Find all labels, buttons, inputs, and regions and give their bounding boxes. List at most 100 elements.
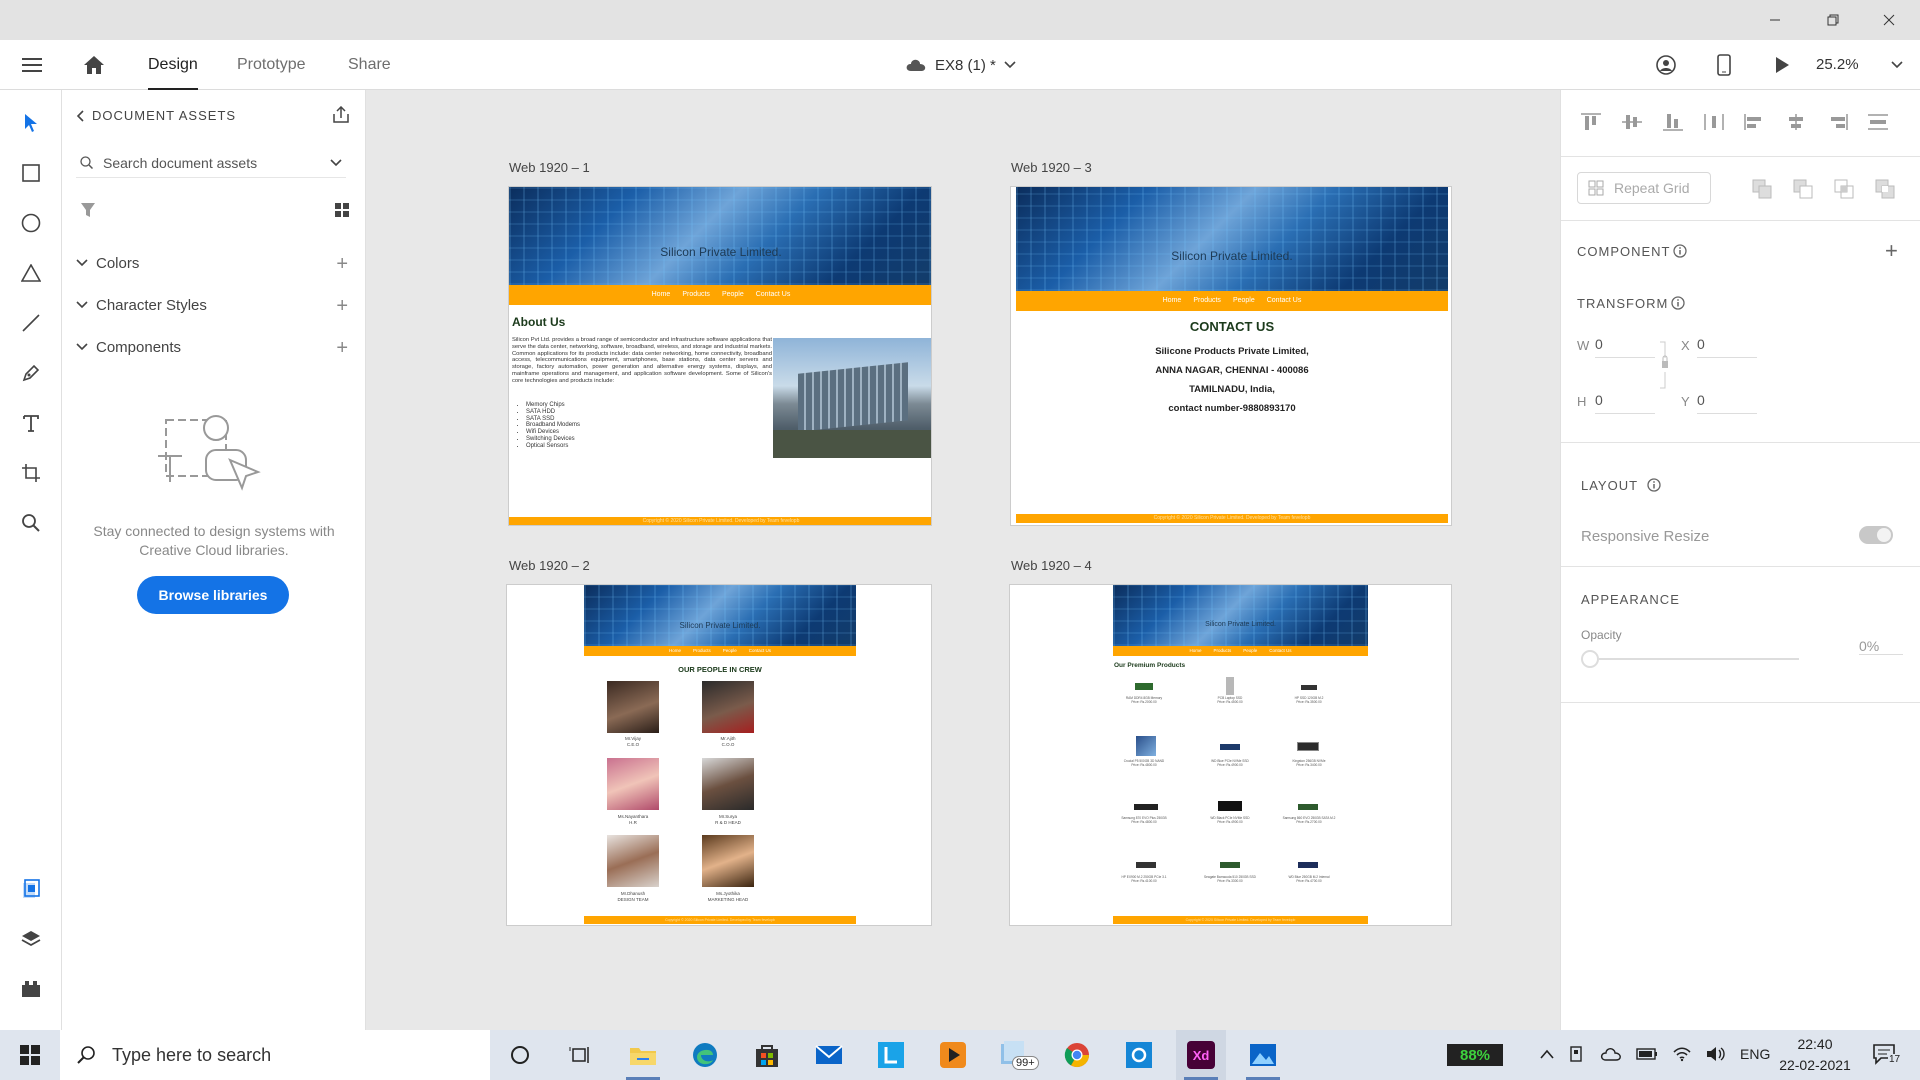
ellipse-tool[interactable] [16, 208, 46, 238]
align-center-icon[interactable] [1784, 112, 1808, 132]
pen-tool[interactable] [16, 358, 46, 388]
design-canvas[interactable]: Web 1920 – 1 Silicon Private Limited. Ho… [366, 90, 1560, 1030]
colors-section[interactable]: Colors + [76, 248, 356, 278]
height-field[interactable]: 0 [1595, 392, 1655, 414]
align-middle-icon[interactable] [1620, 112, 1644, 132]
notification-center-button[interactable]: 17 [1872, 1042, 1902, 1066]
assets-search-input[interactable]: Search document assets [76, 148, 346, 178]
opacity-slider-thumb[interactable] [1581, 650, 1599, 668]
browse-libraries-button[interactable]: Browse libraries [137, 576, 289, 614]
line-tool[interactable] [16, 308, 46, 338]
character-styles-section[interactable]: Character Styles + [76, 290, 356, 320]
device-preview-button[interactable] [1710, 52, 1738, 78]
taskbar-media-app[interactable] [928, 1030, 978, 1080]
taskbar-mail[interactable] [804, 1030, 854, 1080]
export-assets-button[interactable] [332, 106, 350, 124]
artboard-web-4[interactable]: Silicon Private Limited. Home Products Peo… [1009, 584, 1452, 926]
align-left-icon[interactable] [1743, 112, 1767, 132]
tab-design[interactable]: Design [148, 40, 198, 90]
responsive-resize-toggle[interactable] [1859, 526, 1893, 544]
add-component-button[interactable]: + [336, 337, 348, 360]
align-right-icon[interactable] [1825, 112, 1849, 132]
info-icon[interactable] [1671, 296, 1685, 310]
boolean-add-icon[interactable] [1751, 178, 1773, 200]
battery-icon[interactable] [1636, 1048, 1658, 1060]
artboard-label[interactable]: Web 1920 – 3 [1011, 160, 1092, 175]
zoom-dropdown-button[interactable] [1890, 58, 1904, 72]
minimize-button[interactable] [1752, 0, 1798, 40]
boolean-subtract-icon[interactable] [1792, 178, 1814, 200]
hamburger-menu-button[interactable] [18, 52, 46, 78]
wifi-icon[interactable] [1672, 1046, 1692, 1062]
artboard-web-1[interactable]: Silicon Private Limited. Home Products Peo… [508, 186, 932, 526]
distribute-horizontal-icon[interactable] [1866, 112, 1890, 132]
rectangle-tool[interactable] [16, 158, 46, 188]
chevron-up-icon[interactable] [1540, 1049, 1554, 1059]
x-position-field[interactable]: 0 [1697, 336, 1757, 358]
taskbar-chrome[interactable] [1052, 1030, 1102, 1080]
width-field[interactable]: 0 [1595, 336, 1655, 358]
artboard-web-3[interactable]: Silicon Private Limited. Home Products Peo… [1010, 186, 1452, 526]
taskbar-search-box[interactable]: Type here to search [60, 1030, 490, 1080]
taskbar-files-app[interactable]: 99+ [990, 1030, 1040, 1080]
zoom-level[interactable]: 25.2% [1816, 40, 1859, 90]
artboard-web-2[interactable]: Silicon Private Limited. Home Products Peo… [506, 584, 932, 926]
filter-button[interactable] [80, 202, 96, 218]
taskbar-adobe-xd[interactable]: Xd [1176, 1030, 1226, 1080]
components-section[interactable]: Components + [76, 332, 356, 362]
task-view-button[interactable] [555, 1030, 605, 1080]
restore-button[interactable] [1810, 0, 1856, 40]
start-button[interactable] [5, 1030, 55, 1080]
assets-back-button[interactable]: DOCUMENT ASSETS [76, 108, 236, 123]
aspect-lock-icon[interactable] [1659, 340, 1671, 390]
align-bottom-icon[interactable] [1661, 112, 1685, 132]
artboard-label[interactable]: Web 1920 – 4 [1011, 558, 1092, 573]
grid-view-button[interactable] [334, 202, 350, 218]
products-heading: Our Premium Products [1114, 662, 1186, 669]
taskbar-l-app[interactable] [866, 1030, 916, 1080]
taskbar-photos[interactable] [1238, 1030, 1288, 1080]
cortana-button[interactable] [495, 1030, 545, 1080]
taskbar-edge[interactable] [680, 1030, 730, 1080]
share-user-button[interactable] [1652, 52, 1680, 78]
add-character-style-button[interactable]: + [336, 295, 348, 318]
device-icon[interactable] [1568, 1046, 1586, 1062]
align-top-icon[interactable] [1579, 112, 1603, 132]
repeat-grid-button[interactable]: Repeat Grid [1577, 172, 1711, 204]
play-preview-button[interactable] [1768, 52, 1796, 78]
text-tool[interactable] [16, 408, 46, 438]
clock[interactable]: 22:40 22-02-2021 [1770, 1034, 1860, 1076]
tab-share[interactable]: Share [348, 40, 391, 90]
plugins-tool[interactable] [16, 974, 46, 1004]
select-tool[interactable] [16, 108, 46, 138]
taskbar-file-explorer[interactable] [618, 1030, 668, 1080]
opacity-slider-track[interactable] [1599, 658, 1799, 660]
add-component-button[interactable]: + [1885, 238, 1898, 264]
artboard-label[interactable]: Web 1920 – 1 [509, 160, 590, 175]
boolean-intersect-icon[interactable] [1833, 178, 1855, 200]
artboard-label[interactable]: Web 1920 – 2 [509, 558, 590, 573]
document-name-menu[interactable]: EX8 (1) * [905, 40, 1016, 90]
tab-prototype[interactable]: Prototype [237, 40, 305, 90]
info-icon[interactable] [1647, 478, 1661, 492]
volume-icon[interactable] [1706, 1046, 1726, 1062]
home-button[interactable] [80, 52, 108, 78]
taskbar-cortana-app[interactable] [1114, 1030, 1164, 1080]
y-position-field[interactable]: 0 [1697, 392, 1757, 414]
zoom-tool[interactable] [16, 508, 46, 538]
polygon-tool[interactable] [16, 258, 46, 288]
info-icon[interactable] [1673, 244, 1687, 258]
onedrive-cloud-icon[interactable] [1600, 1047, 1622, 1061]
artboard-tool[interactable] [16, 458, 46, 488]
close-button[interactable] [1866, 0, 1912, 40]
opacity-field[interactable]: 0% [1859, 638, 1903, 655]
add-color-button[interactable]: + [336, 253, 348, 276]
boolean-exclude-icon[interactable] [1874, 178, 1896, 200]
product-image [1226, 677, 1234, 695]
battery-meter[interactable]: 88% [1447, 1044, 1503, 1066]
distribute-vertical-icon[interactable] [1702, 112, 1726, 132]
document-assets-tool[interactable] [16, 874, 46, 904]
taskbar-store[interactable] [742, 1030, 792, 1080]
language-indicator[interactable]: ENG [1740, 1046, 1770, 1062]
layers-tool[interactable] [16, 924, 46, 954]
